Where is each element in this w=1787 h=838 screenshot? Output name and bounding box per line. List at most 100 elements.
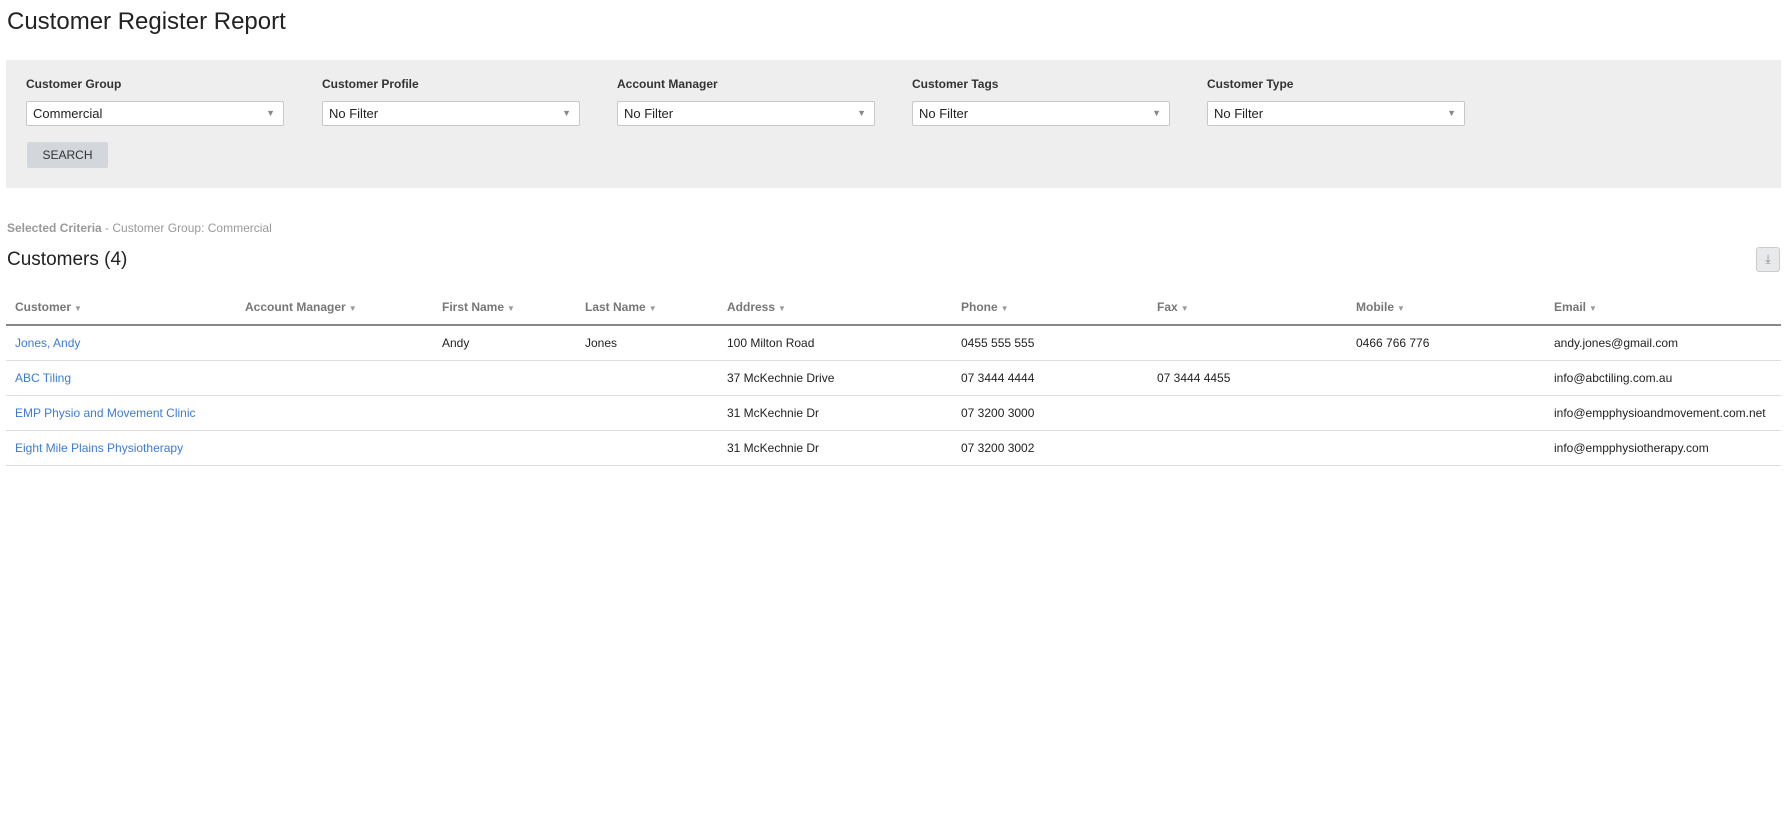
sort-arrow-icon: ▼: [348, 304, 357, 313]
cell-phone: 07 3200 3000: [952, 395, 1148, 431]
cell-last-name: [576, 430, 718, 466]
sort-arrow-icon: ▼: [74, 304, 82, 313]
cell-email: andy.jones@gmail.com: [1545, 325, 1781, 361]
column-header-email[interactable]: Email ▼: [1545, 290, 1781, 326]
sort-arrow-icon: ▼: [507, 304, 515, 313]
filter-label: Customer Group: [26, 77, 122, 91]
download-icon: ⤓: [1765, 252, 1771, 266]
cell-email: info@abctiling.com.au: [1545, 360, 1781, 396]
filter-account-manager: Account Manager No Filter ▼: [617, 77, 875, 126]
cell-address: 37 McKechnie Drive: [718, 360, 952, 396]
dropdown-caret-icon: ▼: [857, 108, 866, 118]
cell-account-manager: [236, 360, 433, 396]
cell-account-manager: [236, 395, 433, 431]
cell-customer: Jones, Andy: [6, 325, 236, 361]
cell-fax: [1148, 325, 1347, 361]
cell-account-manager: [236, 325, 433, 361]
dropdown-caret-icon: ▼: [1447, 108, 1456, 118]
section-title: Customers (4): [7, 249, 128, 270]
column-label: Mobile: [1356, 300, 1394, 314]
filter-label: Customer Profile: [322, 77, 419, 91]
select-value: Commercial: [33, 106, 103, 121]
customer-link[interactable]: ABC Tiling: [15, 371, 71, 385]
page-title: Customer Register Report: [7, 8, 286, 35]
cell-email: info@empphysiotherapy.com: [1545, 430, 1781, 466]
cell-mobile: 0466 766 776: [1347, 325, 1545, 361]
customer-tags-select[interactable]: No Filter ▼: [912, 101, 1170, 126]
dropdown-caret-icon: ▼: [266, 108, 275, 118]
sort-arrow-icon: ▼: [1180, 304, 1189, 313]
customer-profile-select[interactable]: No Filter ▼: [322, 101, 580, 126]
customer-link[interactable]: EMP Physio and Movement Clinic: [15, 406, 196, 420]
cell-fax: [1148, 395, 1347, 431]
criteria-text: - Customer Group: Commercial: [101, 221, 272, 235]
cell-first-name: [433, 360, 576, 396]
table-row: Eight Mile Plains Physiotherapy 31 McKech…: [6, 430, 1781, 466]
table-header-row: Customer ▼ Account Manager ▼ First Name ▼ Last…: [6, 290, 1781, 326]
dropdown-caret-icon: ▼: [1152, 108, 1161, 118]
cell-last-name: [576, 360, 718, 396]
filter-panel: Customer Group Commercial ▼ Customer Prof…: [6, 60, 1781, 188]
customer-link[interactable]: Jones, Andy: [15, 336, 80, 350]
filter-customer-profile: Customer Profile No Filter ▼: [322, 77, 580, 126]
column-label: Fax: [1157, 300, 1178, 314]
column-label: Customer: [15, 300, 72, 314]
customer-group-select[interactable]: Commercial ▼: [26, 101, 284, 126]
filter-customer-type: Customer Type No Filter ▼: [1207, 77, 1465, 126]
search-button[interactable]: SEARCH: [27, 142, 108, 168]
column-label: Email: [1554, 300, 1587, 314]
column-header-customer[interactable]: Customer ▼: [6, 290, 236, 326]
cell-customer: Eight Mile Plains Physiotherapy: [6, 430, 236, 466]
cell-address: 31 McKechnie Dr: [718, 430, 952, 466]
cell-customer: ABC Tiling: [6, 360, 236, 396]
table-row: Jones, Andy Andy Jones 100 Milton Road 0455 …: [6, 325, 1781, 361]
download-button[interactable]: ⤓: [1756, 247, 1780, 272]
dropdown-caret-icon: ▼: [562, 108, 571, 118]
select-value: No Filter: [329, 106, 379, 121]
column-header-account-manager[interactable]: Account Manager ▼: [236, 290, 433, 326]
cell-last-name: Jones: [576, 325, 718, 361]
cell-first-name: Andy: [433, 325, 576, 361]
sort-arrow-icon: ▼: [1000, 304, 1009, 313]
column-label: Last Name: [585, 300, 646, 314]
filter-label: Customer Type: [1207, 77, 1294, 91]
customer-link[interactable]: Eight Mile Plains Physiotherapy: [15, 441, 183, 455]
cell-address: 100 Milton Road: [718, 325, 952, 361]
sort-arrow-icon: ▼: [1589, 304, 1597, 313]
select-value: No Filter: [1214, 106, 1264, 121]
table-row: EMP Physio and Movement Clinic 31 McKechn…: [6, 395, 1781, 431]
column-header-fax[interactable]: Fax ▼: [1148, 290, 1347, 326]
cell-mobile: [1347, 360, 1545, 396]
column-header-last-name[interactable]: Last Name ▼: [576, 290, 718, 326]
column-label: Address: [727, 300, 776, 314]
cell-customer: EMP Physio and Movement Clinic: [6, 395, 236, 431]
sort-arrow-icon: ▼: [778, 304, 786, 313]
filter-label: Account Manager: [617, 77, 718, 91]
filter-customer-group: Customer Group Commercial ▼: [26, 77, 284, 126]
cell-fax: [1148, 430, 1347, 466]
column-label: First Name: [442, 300, 505, 314]
criteria-label: Selected Criteria: [7, 221, 102, 235]
cell-last-name: [576, 395, 718, 431]
customers-table: Customer ▼ Account Manager ▼ First Name ▼ Last…: [6, 290, 1781, 466]
column-label: Phone: [961, 300, 998, 314]
selected-criteria: Selected Criteria - Customer Group: Comm…: [7, 221, 272, 235]
table-row: ABC Tiling 37 McKechnie Drive 07 3444 4444…: [6, 360, 1781, 396]
cell-phone: 07 3200 3002: [952, 430, 1148, 466]
column-header-address[interactable]: Address ▼: [718, 290, 952, 326]
column-label: Account Manager: [245, 300, 346, 314]
account-manager-select[interactable]: No Filter ▼: [617, 101, 875, 126]
cell-address: 31 McKechnie Dr: [718, 395, 952, 431]
column-header-mobile[interactable]: Mobile ▼: [1347, 290, 1545, 326]
cell-phone: 0455 555 555: [952, 325, 1148, 361]
column-header-first-name[interactable]: First Name ▼: [433, 290, 576, 326]
filter-label: Customer Tags: [912, 77, 999, 91]
sort-arrow-icon: ▼: [648, 304, 657, 313]
select-value: No Filter: [624, 106, 674, 121]
select-value: No Filter: [919, 106, 969, 121]
column-header-phone[interactable]: Phone ▼: [952, 290, 1148, 326]
cell-first-name: [433, 430, 576, 466]
filter-customer-tags: Customer Tags No Filter ▼: [912, 77, 1170, 126]
customer-type-select[interactable]: No Filter ▼: [1207, 101, 1465, 126]
cell-mobile: [1347, 395, 1545, 431]
